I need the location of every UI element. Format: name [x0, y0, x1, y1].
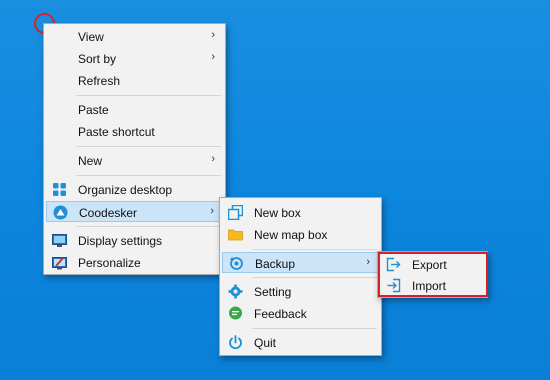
menu-item-label: Coodesker — [79, 206, 138, 220]
menu-item-backup[interactable]: Backup › — [222, 252, 379, 273]
menu-item-refresh[interactable]: Refresh — [46, 70, 223, 91]
chevron-right-icon: › — [210, 205, 214, 217]
menu-item-label: Quit — [254, 336, 277, 350]
menu-separator — [76, 175, 221, 176]
backup-icon — [230, 257, 243, 270]
menu-item-paste[interactable]: Paste — [46, 99, 223, 120]
chevron-right-icon: › — [211, 51, 215, 63]
menu-item-new[interactable]: New › — [46, 150, 223, 171]
menu-item-label: Sort by — [78, 52, 117, 66]
menu-separator — [252, 328, 377, 329]
grid-icon — [53, 183, 66, 196]
menu-separator — [76, 146, 221, 147]
menu-separator — [252, 249, 377, 250]
chevron-right-icon: › — [211, 29, 215, 41]
import-icon — [387, 278, 401, 293]
menu-separator — [252, 277, 377, 278]
menu-item-display-settings[interactable]: Display settings — [46, 230, 223, 251]
paint-monitor-icon — [52, 257, 67, 270]
menu-item-organize-desktop[interactable]: Organize desktop — [46, 179, 223, 200]
menu-item-personalize[interactable]: Personalize — [46, 252, 223, 273]
menu-item-label: Backup — [255, 257, 296, 271]
coodesker-submenu: New box New map box Backup › Setting Fee… — [219, 197, 382, 356]
menu-item-feedback[interactable]: Feedback — [222, 303, 379, 324]
menu-separator — [76, 226, 221, 227]
menu-item-import[interactable]: Import — [380, 275, 485, 296]
menu-item-sort-by[interactable]: Sort by › — [46, 48, 223, 69]
menu-item-label: View — [78, 30, 104, 44]
menu-item-label: New — [78, 154, 103, 168]
export-icon — [386, 257, 401, 272]
menu-item-export[interactable]: Export — [380, 254, 485, 275]
menu-item-paste-shortcut[interactable]: Paste shortcut — [46, 121, 223, 142]
menu-item-label: New map box — [254, 228, 328, 242]
menu-item-new-box[interactable]: New box — [222, 202, 379, 223]
menu-item-label: Paste shortcut — [78, 125, 155, 139]
coodesker-logo-icon — [53, 205, 68, 220]
chevron-right-icon: › — [366, 256, 370, 268]
menu-item-label: Display settings — [78, 234, 163, 248]
monitor-icon — [52, 234, 67, 247]
menu-item-quit[interactable]: Quit — [222, 332, 379, 353]
menu-item-label: Export — [412, 258, 447, 272]
menu-item-new-map-box[interactable]: New map box — [222, 224, 379, 245]
folder-icon — [228, 229, 243, 241]
menu-item-setting[interactable]: Setting — [222, 281, 379, 302]
menu-item-label: Personalize — [78, 256, 141, 270]
menu-item-label: Feedback — [254, 307, 307, 321]
desktop-context-menu: View › Sort by › Refresh Paste Paste sho… — [43, 23, 226, 275]
copy-box-icon — [228, 205, 243, 220]
menu-item-label: Refresh — [78, 74, 121, 88]
gear-icon — [228, 284, 243, 299]
menu-item-label: Organize desktop — [78, 183, 173, 197]
menu-item-label: Import — [412, 279, 447, 293]
power-icon — [229, 335, 242, 350]
menu-item-label: New box — [254, 206, 301, 220]
menu-item-coodesker[interactable]: Coodesker › — [46, 201, 223, 222]
menu-item-label: Paste — [78, 103, 109, 117]
menu-separator — [76, 95, 221, 96]
backup-submenu: Export Import — [377, 251, 488, 298]
chat-icon — [229, 306, 242, 320]
menu-item-view[interactable]: View › — [46, 26, 223, 47]
chevron-right-icon: › — [211, 153, 215, 165]
menu-item-label: Setting — [254, 285, 292, 299]
